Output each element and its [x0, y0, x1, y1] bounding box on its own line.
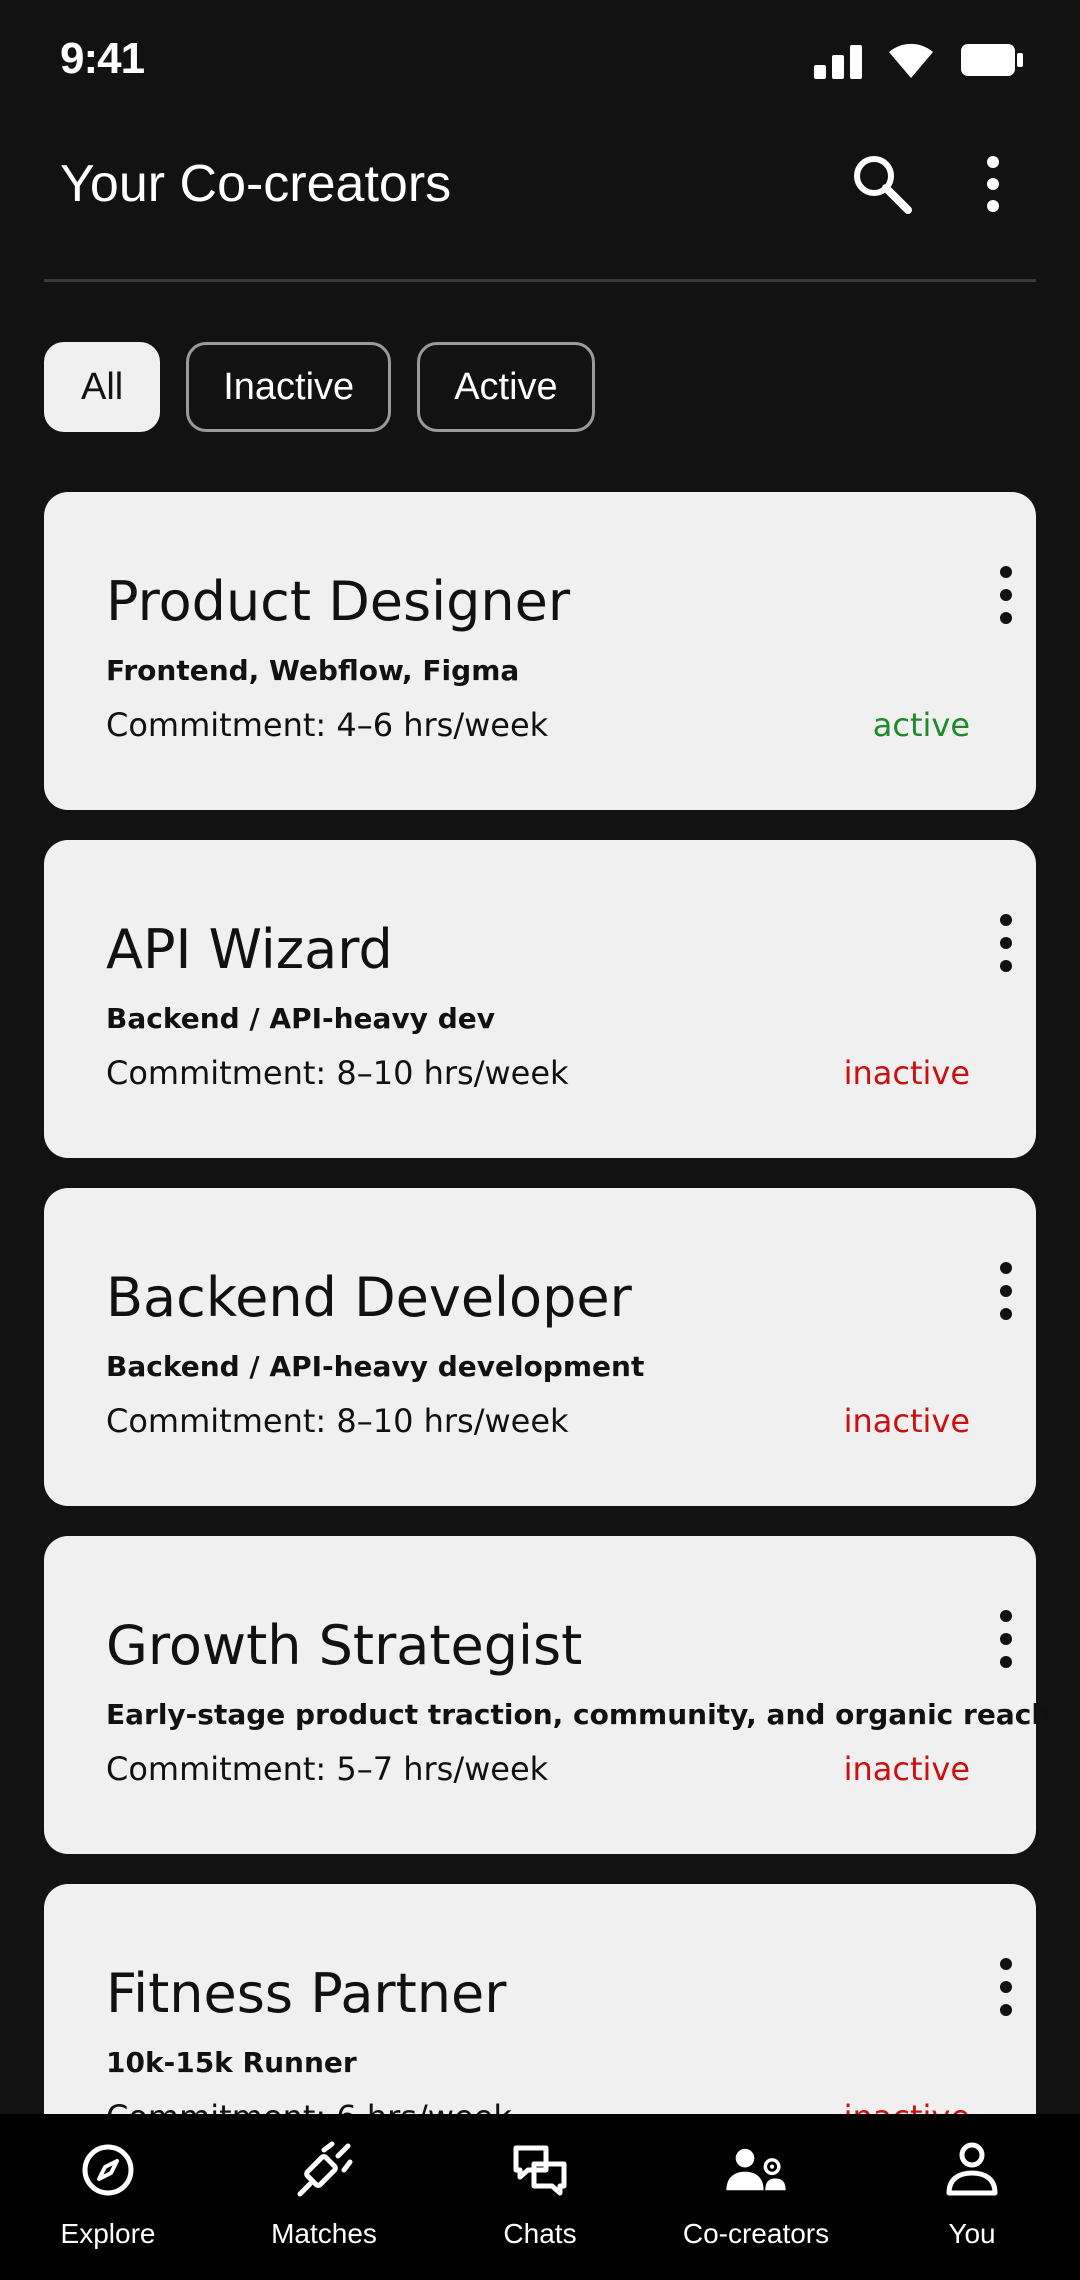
battery-icon — [961, 44, 1023, 76]
search-icon — [854, 156, 912, 214]
filter-chip-all[interactable]: All — [44, 342, 161, 432]
card-more-button[interactable] — [986, 1258, 1026, 1328]
more-vertical-icon — [1000, 1262, 1012, 1320]
more-vertical-icon — [1000, 1610, 1012, 1668]
nav-item-chats[interactable]: Chats — [432, 2114, 648, 2280]
chat-bubbles-icon — [507, 2140, 573, 2200]
plug-icon — [291, 2140, 357, 2200]
screen: 9:41 Your Co-creators All Inactive Activ… — [0, 0, 1080, 2280]
more-options-button[interactable] — [965, 150, 1021, 218]
nav-item-co-creators[interactable]: Co-creators — [648, 2114, 864, 2280]
card-skills: Backend / API-heavy dev — [106, 1002, 495, 1035]
nav-item-matches[interactable]: Matches — [216, 2114, 432, 2280]
nav-label: Co-creators — [682, 2218, 830, 2249]
card-more-button[interactable] — [986, 1606, 1026, 1676]
card-skills: Early-stage product traction, community,… — [106, 1698, 1080, 1731]
app-bar-divider — [44, 279, 1036, 282]
more-vertical-icon — [987, 156, 999, 212]
co-creator-card[interactable]: Growth Strategist Early-stage product tr… — [44, 1536, 1080, 1854]
card-commitment: Commitment: 8–10 hrs/week — [106, 1054, 569, 1092]
status-badge: inactive — [843, 1750, 970, 1788]
status-bar: 9:41 — [0, 0, 1080, 120]
card-title: Product Designer — [106, 570, 571, 633]
cellular-signal-icon — [814, 41, 862, 79]
card-title: Growth Strategist — [106, 1614, 583, 1677]
filter-chips: All Inactive Active — [44, 342, 595, 432]
card-skills: 10k-15k Runner — [106, 2046, 357, 2079]
wifi-icon — [889, 43, 933, 78]
card-commitment: Commitment: 4–6 hrs/week — [106, 706, 549, 744]
status-icons — [814, 40, 1024, 80]
app-bar: Your Co-creators — [0, 120, 1080, 280]
card-title: Fitness Partner — [106, 1962, 507, 2025]
card-skills: Frontend, Webflow, Figma — [106, 654, 520, 687]
co-creator-card[interactable]: Backend Developer Backend / API-heavy de… — [44, 1188, 1036, 1506]
nav-label: Chats — [503, 2218, 577, 2249]
card-more-button[interactable] — [986, 1954, 1026, 2024]
card-title: API Wizard — [106, 918, 393, 981]
card-title: Backend Developer — [106, 1266, 632, 1329]
co-creator-card[interactable]: Product Designer Frontend, Webflow, Figm… — [44, 492, 1036, 810]
filter-chip-active[interactable]: Active — [417, 342, 595, 432]
nav-label: Explore — [60, 2218, 156, 2249]
status-badge: inactive — [843, 1054, 970, 1092]
card-commitment: Commitment: 5–7 hrs/week — [106, 1750, 549, 1788]
status-badge: active — [872, 706, 970, 744]
people-icon — [723, 2140, 789, 2200]
filter-chip-inactive[interactable]: Inactive — [186, 342, 392, 432]
card-commitment: Commitment: 8–10 hrs/week — [106, 1402, 569, 1440]
status-time: 9:41 — [60, 34, 145, 83]
person-icon — [939, 2140, 1005, 2200]
card-more-button[interactable] — [986, 562, 1026, 632]
search-button[interactable] — [848, 150, 916, 218]
card-skills: Backend / API-heavy development — [106, 1350, 645, 1383]
more-vertical-icon — [1000, 566, 1012, 624]
nav-item-you[interactable]: You — [864, 2114, 1080, 2280]
card-more-button[interactable] — [986, 910, 1026, 980]
nav-label: Matches — [271, 2218, 377, 2249]
nav-item-explore[interactable]: Explore — [0, 2114, 216, 2280]
more-vertical-icon — [1000, 1958, 1012, 2016]
co-creator-card[interactable]: API Wizard Backend / API-heavy dev Commi… — [44, 840, 1036, 1158]
more-vertical-icon — [1000, 914, 1012, 972]
bottom-navigation: Explore Matches Chats Co-creators You — [0, 2114, 1080, 2280]
status-badge: inactive — [843, 1402, 970, 1440]
nav-label: You — [948, 2218, 996, 2249]
page-title: Your Co-creators — [60, 155, 452, 213]
compass-icon — [75, 2140, 141, 2200]
